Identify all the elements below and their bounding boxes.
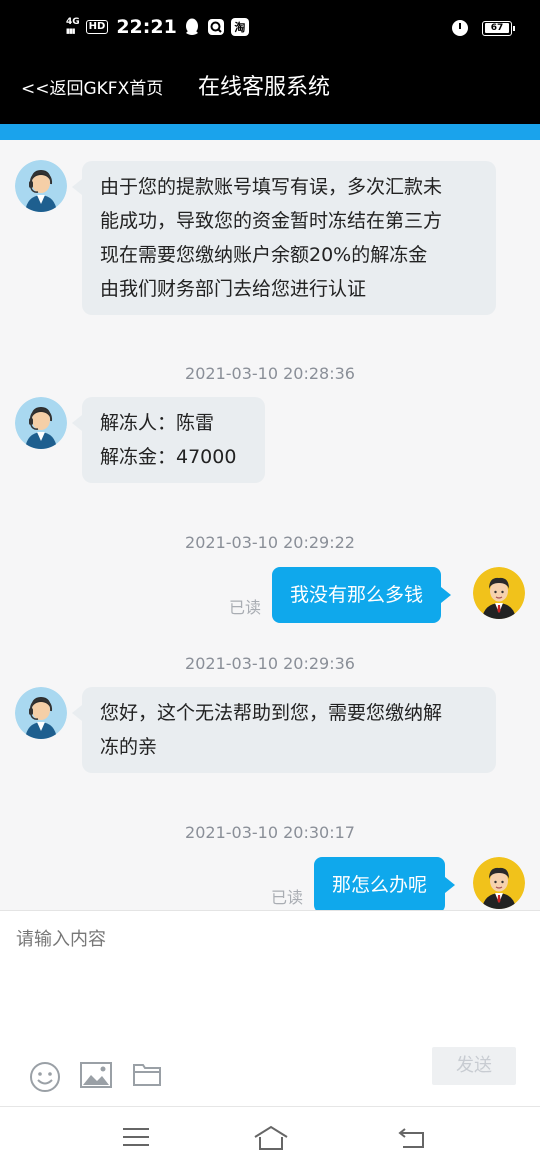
alarm-icon (452, 20, 468, 36)
outgoing-message: 我没有那么多钱 (272, 567, 452, 623)
image-icon[interactable] (80, 1061, 112, 1093)
network-indicator: 4G ▮▮▮ (66, 17, 80, 36)
chat-area[interactable]: 由于您的提款账号填写有误，多次汇款未 能成功，导致您的资金暂时冻结在第三方 现在… (0, 140, 540, 910)
battery-icon: 67 (482, 20, 515, 36)
hd-icon: HD (85, 20, 109, 34)
composer: 请输入内容 发送 (0, 910, 540, 1106)
header-accent-band (0, 124, 540, 140)
incoming-message: 解冻人：陈雷 解冻金：47000 (72, 397, 265, 483)
page-title: 在线客服系统 (198, 75, 331, 100)
agent-avatar (15, 687, 67, 739)
clock: 22:21 (116, 16, 177, 38)
agent-avatar (15, 397, 67, 449)
back-link[interactable]: <<返回GKFX首页 (21, 74, 163, 99)
incoming-message: 由于您的提款账号填写有误，多次汇款未 能成功，导致您的资金暂时冻结在第三方 现在… (72, 161, 496, 315)
read-receipt: 已读 (229, 598, 262, 617)
message-timestamp: 2021-03-10 20:30:17 (185, 823, 355, 842)
qq-icon (183, 18, 201, 36)
emoji-icon[interactable] (29, 1061, 61, 1097)
message-timestamp: 2021-03-10 20:29:22 (185, 533, 355, 552)
search-app-icon (207, 18, 225, 36)
user-avatar (473, 567, 525, 619)
read-receipt: 已读 (271, 888, 304, 907)
outgoing-message: 那怎么办呢 (314, 857, 456, 910)
menu-icon[interactable] (122, 1125, 150, 1153)
status-bar: 4G ▮▮▮ HD 22:21 淘 67 (0, 0, 540, 60)
folder-icon[interactable] (133, 1061, 161, 1091)
back-icon[interactable] (397, 1125, 427, 1155)
message-timestamp: 2021-03-10 20:29:36 (185, 654, 355, 673)
message-input[interactable]: 请输入内容 (16, 925, 106, 951)
app-header: <<返回GKFX首页 在线客服系统 (0, 60, 540, 124)
agent-avatar (15, 160, 67, 212)
system-nav-bar (0, 1106, 540, 1170)
message-timestamp: 2021-03-10 20:28:36 (185, 364, 355, 383)
home-icon[interactable] (253, 1125, 289, 1155)
user-avatar (473, 857, 525, 909)
taobao-icon: 淘 (230, 18, 249, 36)
send-button[interactable]: 发送 (432, 1047, 516, 1085)
incoming-message: 您好，这个无法帮助到您，需要您缴纳解 冻的亲 (72, 687, 496, 773)
